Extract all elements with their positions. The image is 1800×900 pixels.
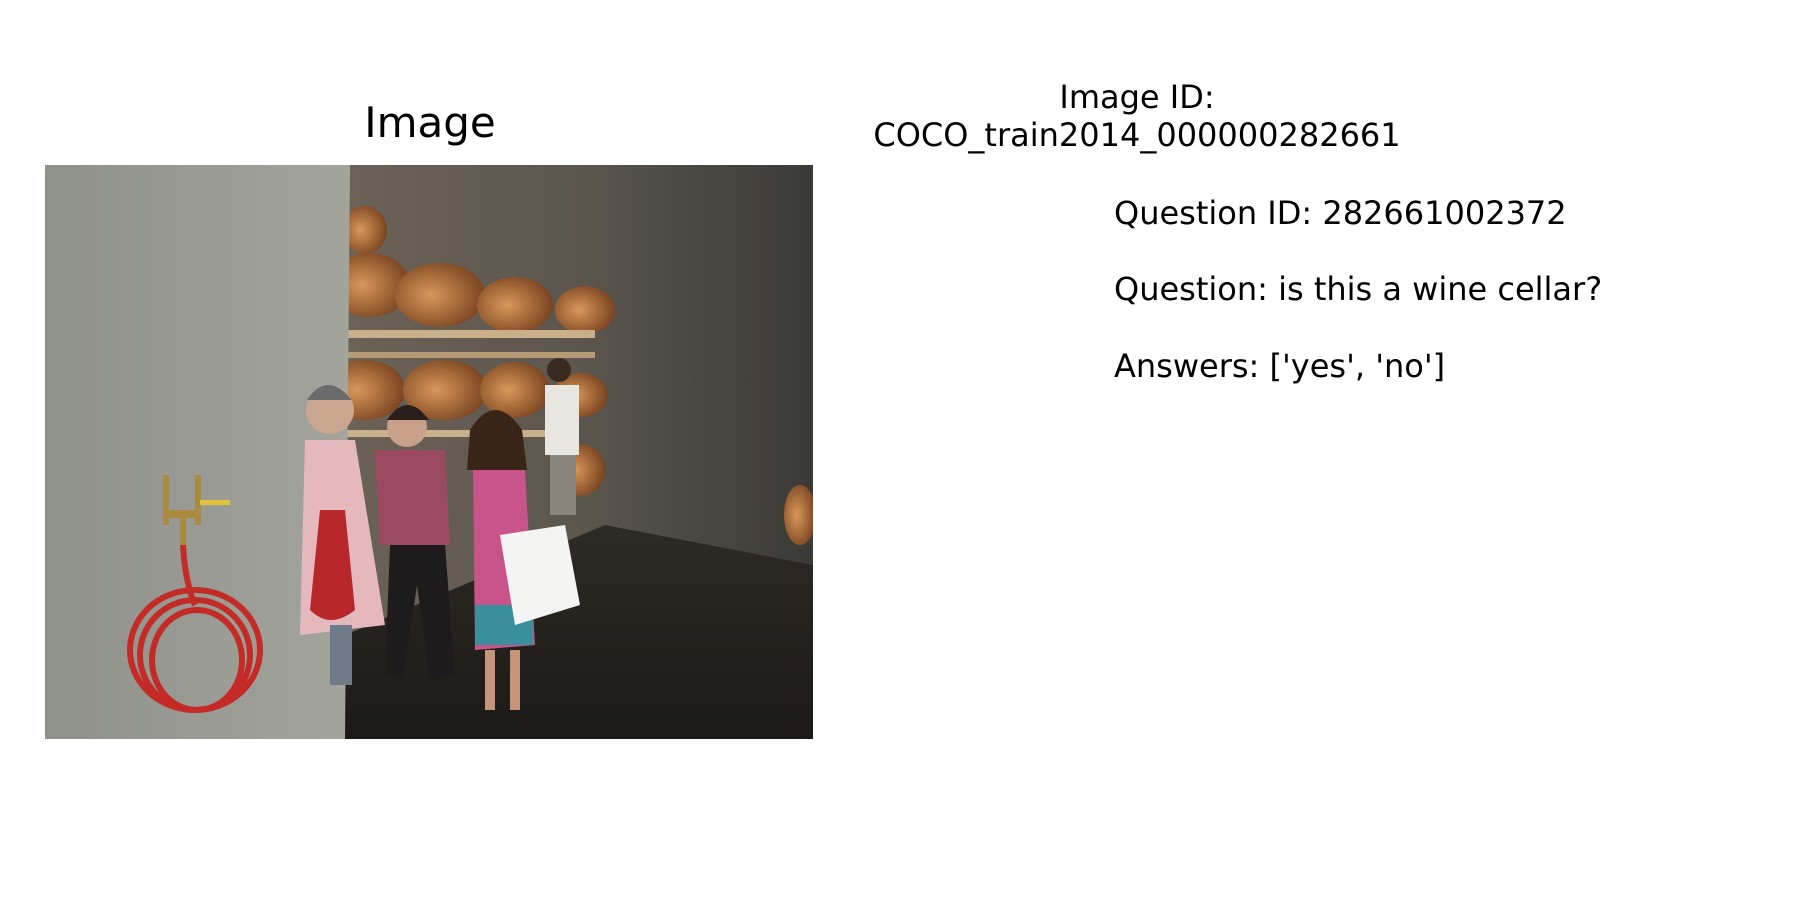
question-text: Question: is this a wine cellar? [1114, 270, 1603, 308]
answers-text: Answers: ['yes', 'no'] [1114, 347, 1446, 385]
question-id-text: Question ID: 282661002372 [1114, 194, 1567, 232]
image-panel-title: Image [364, 98, 496, 147]
wine-cellar-photo [45, 165, 813, 739]
image-id-label: Image ID: [1059, 78, 1215, 116]
image-id-block: Image ID: COCO_train2014_000000282661 [857, 78, 1417, 155]
image-id-value: COCO_train2014_000000282661 [873, 116, 1401, 155]
